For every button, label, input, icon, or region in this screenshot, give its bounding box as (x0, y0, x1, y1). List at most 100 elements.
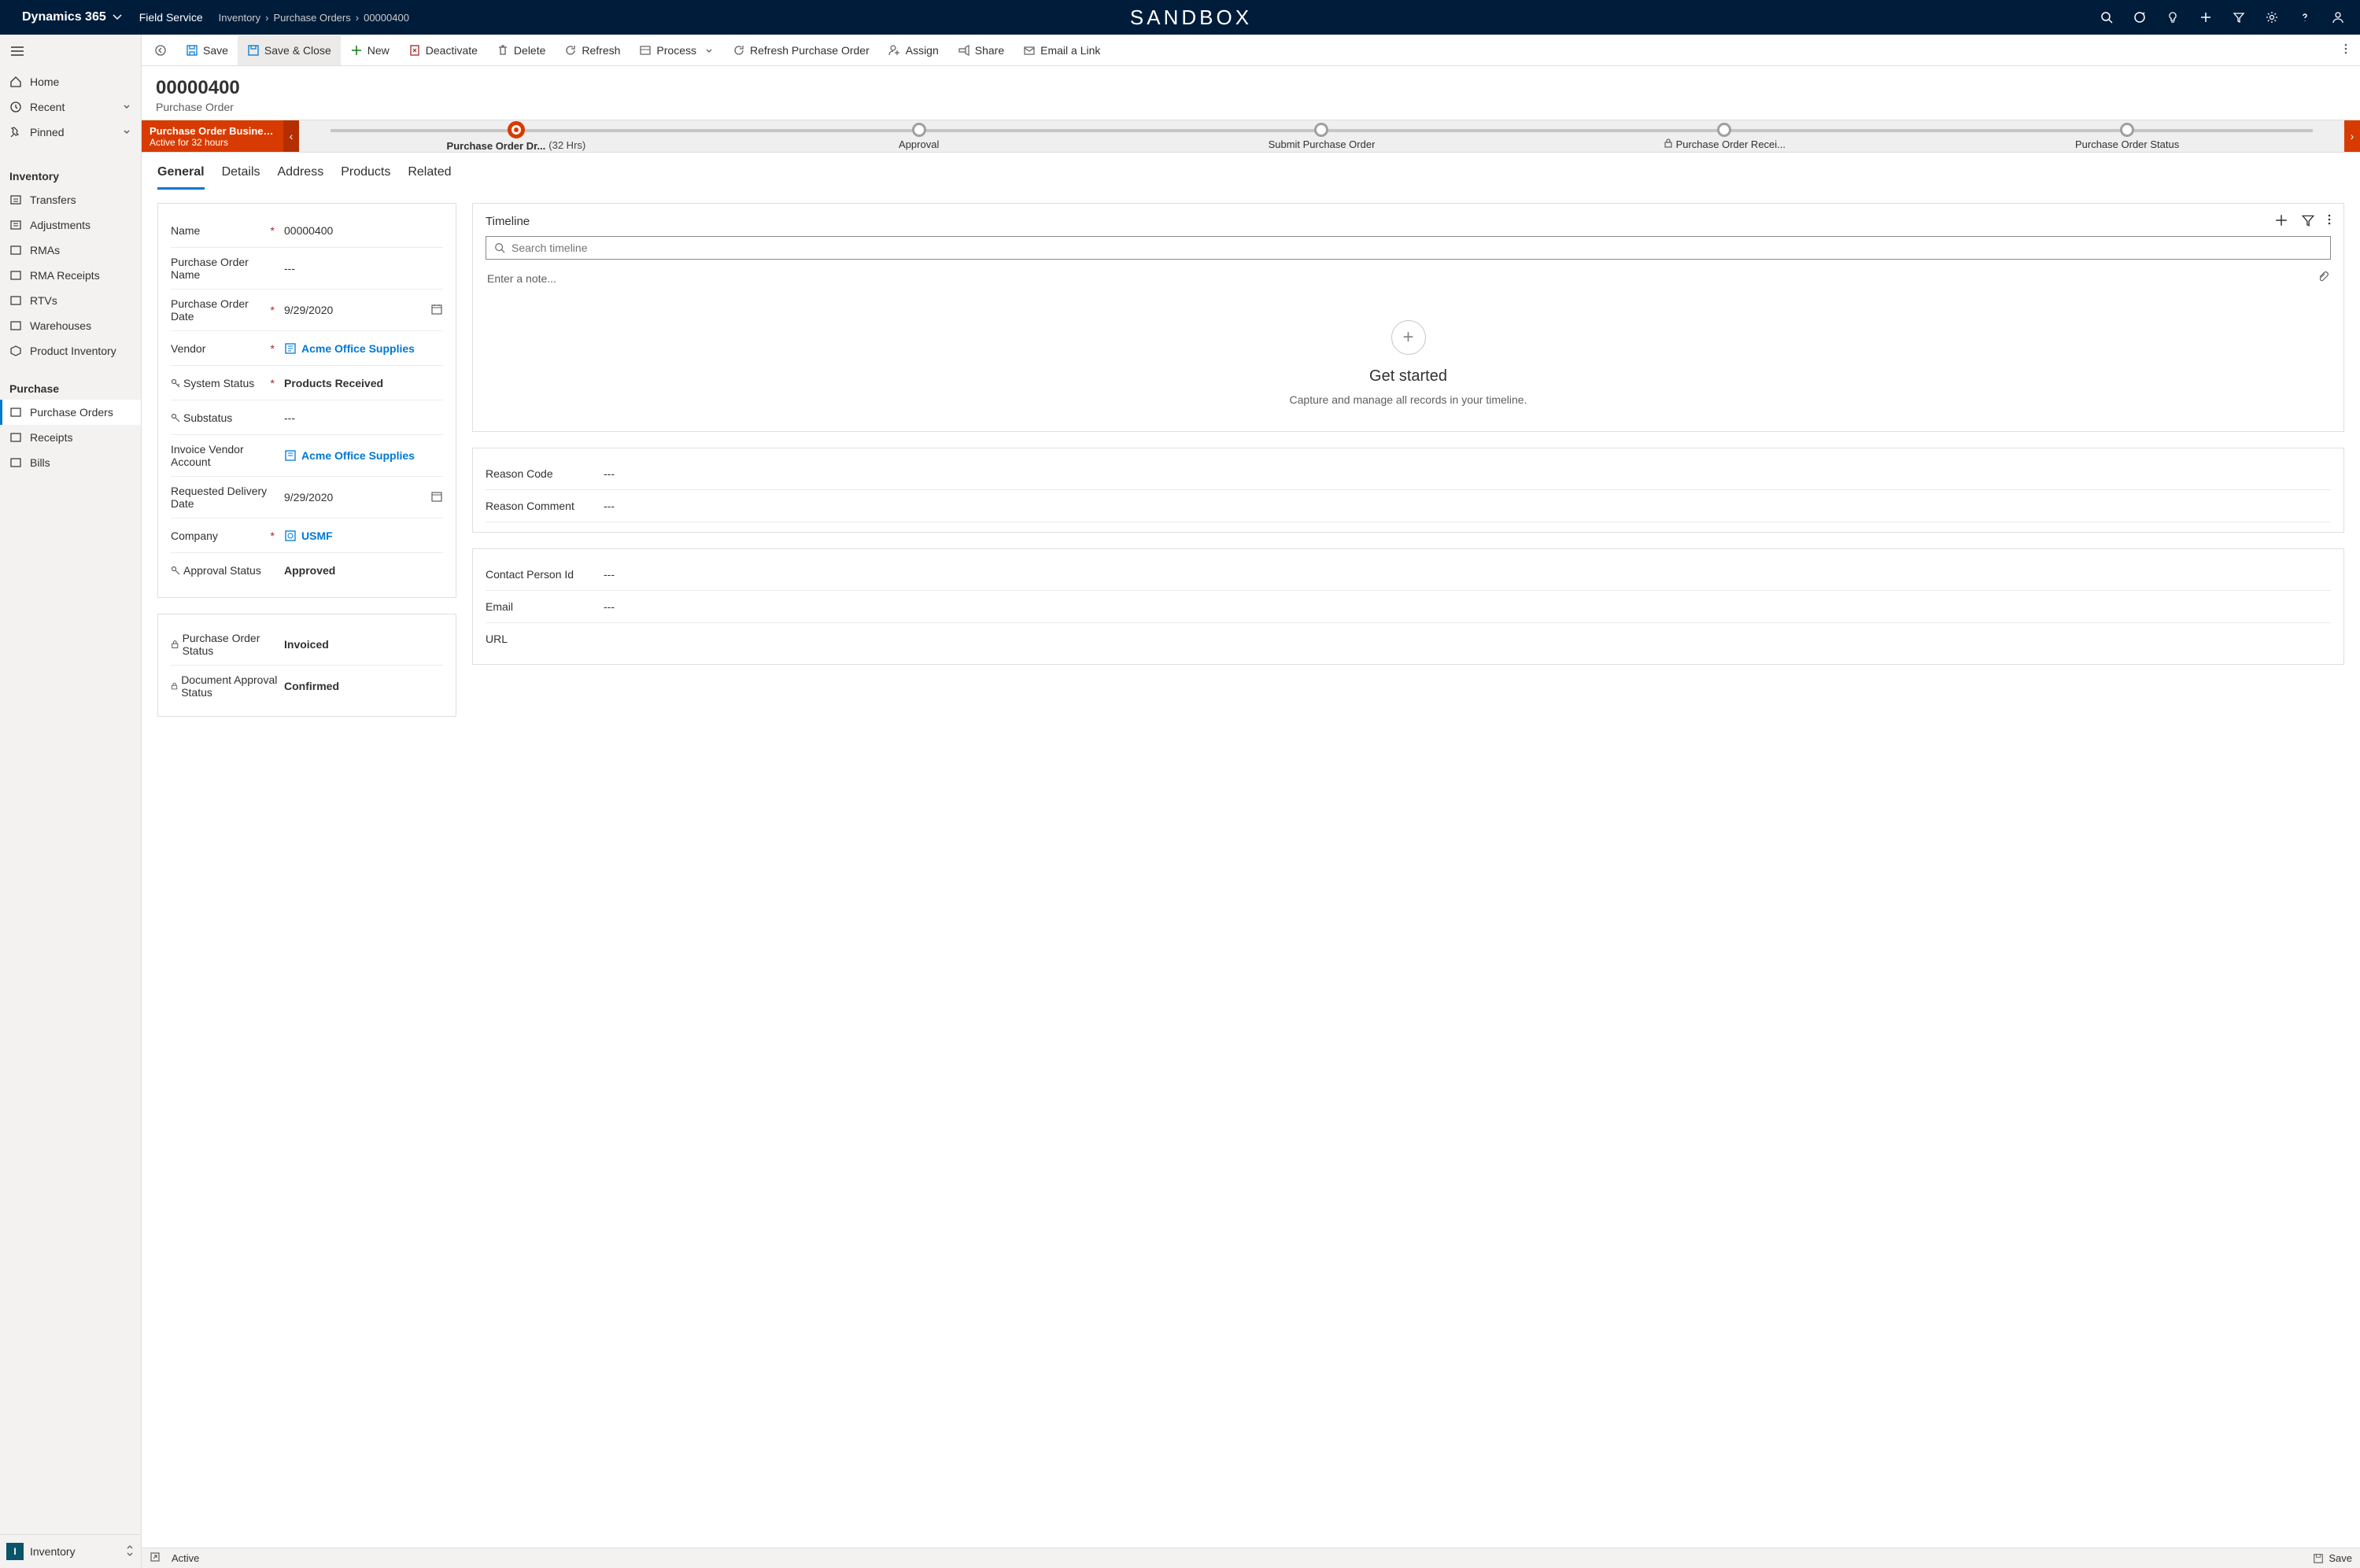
lookup-icon (284, 449, 297, 462)
tab-address[interactable]: Address (278, 160, 324, 190)
field-po-date[interactable]: Purchase Order Date* 9/29/2020 (171, 290, 443, 331)
form-tabs: General Details Address Products Related (142, 153, 2360, 190)
bpf-prev-icon[interactable]: ‹ (283, 120, 299, 152)
sidebar-item-recent[interactable]: Recent (0, 94, 141, 120)
command-bar: Save Save & Close New Deactivate Delete … (142, 35, 2360, 66)
tab-products[interactable]: Products (341, 160, 390, 190)
business-process-flow: Purchase Order Business ... Active for 3… (142, 120, 2360, 153)
bpf-stage-status[interactable]: Purchase Order Status (1926, 123, 2329, 150)
timeline-empty-plus-icon[interactable]: + (1391, 320, 1426, 355)
sidebar-item-label: Transfers (30, 194, 76, 206)
timeline-more-icon[interactable] (2328, 213, 2331, 230)
search-icon[interactable] (2091, 0, 2122, 35)
field-doc-approval[interactable]: Document Approval Status Confirmed (171, 666, 443, 707)
area-switcher[interactable]: I Inventory (0, 1534, 141, 1568)
bpf-stage-draft[interactable]: Purchase Order Dr...(32 Hrs) (315, 121, 718, 152)
assign-button[interactable]: Assign (879, 35, 948, 65)
sidebar-item-pinned[interactable]: Pinned (0, 120, 141, 145)
field-company[interactable]: Company* USMF (171, 518, 443, 553)
task-icon[interactable] (2124, 0, 2155, 35)
sidebar-item-warehouses[interactable]: Warehouses (0, 313, 141, 338)
timeline-filter-icon[interactable] (2301, 213, 2315, 230)
reason-section: Reason Code --- Reason Comment --- (472, 448, 2344, 533)
brand-label[interactable]: Dynamics 365 (22, 10, 106, 24)
back-button[interactable] (145, 35, 176, 65)
record-header: 00000400 Purchase Order (142, 66, 2360, 120)
sidebar-item-bills[interactable]: Bills (0, 450, 141, 475)
bpf-stage-submit[interactable]: Submit Purchase Order (1121, 123, 1523, 150)
tab-related[interactable]: Related (408, 160, 451, 190)
chevron-down-icon[interactable] (122, 101, 131, 113)
timeline-note[interactable]: Enter a note... (486, 266, 2331, 297)
sidebar-item-receipts[interactable]: Receipts (0, 425, 141, 450)
save-button[interactable]: Save (176, 35, 238, 65)
area-letter: I (6, 1543, 24, 1560)
timeline-search-input[interactable] (512, 242, 2322, 254)
refresh-button[interactable]: Refresh (555, 35, 630, 65)
field-vendor[interactable]: Vendor* Acme Office Supplies (171, 331, 443, 366)
field-contact-person[interactable]: Contact Person Id --- (486, 559, 2331, 591)
new-button[interactable]: New (341, 35, 399, 65)
share-button[interactable]: Share (948, 35, 1014, 65)
bpf-next-icon[interactable]: › (2344, 120, 2360, 152)
sidebar-item-rtvs[interactable]: RTVs (0, 288, 141, 313)
tab-general[interactable]: General (157, 160, 205, 190)
bpf-stage-receive[interactable]: Purchase Order Recei... (1523, 123, 1926, 150)
tab-details[interactable]: Details (222, 160, 260, 190)
hamburger-icon[interactable] (0, 35, 141, 69)
timeline-search[interactable] (486, 236, 2331, 260)
field-url[interactable]: URL (486, 623, 2331, 655)
save-close-button[interactable]: Save & Close (238, 35, 341, 65)
lookup-icon (284, 342, 297, 355)
delete-button[interactable]: Delete (487, 35, 555, 65)
user-icon[interactable] (2322, 0, 2354, 35)
sidebar-item-label: RMAs (30, 244, 60, 256)
field-email[interactable]: Email --- (486, 591, 2331, 623)
field-invoice-vendor[interactable]: Invoice Vendor Account Acme Office Suppl… (171, 435, 443, 477)
field-po-status[interactable]: Purchase Order Status Invoiced (171, 624, 443, 666)
app-name[interactable]: Field Service (139, 11, 203, 24)
updown-icon[interactable] (125, 1544, 135, 1559)
sidebar-item-rma-receipts[interactable]: RMA Receipts (0, 263, 141, 288)
field-substatus[interactable]: Substatus --- (171, 400, 443, 435)
calendar-icon[interactable] (430, 303, 443, 318)
bpf-stage-approval[interactable]: Approval (718, 123, 1121, 150)
area-label: Inventory (30, 1545, 76, 1558)
help-icon[interactable] (2289, 0, 2321, 35)
sidebar-item-product-inventory[interactable]: Product Inventory (0, 338, 141, 363)
sidebar-item-rmas[interactable]: RMAs (0, 238, 141, 263)
lightbulb-icon[interactable] (2157, 0, 2188, 35)
field-req-delivery[interactable]: Requested Delivery Date 9/29/2020 (171, 477, 443, 518)
sidebar-item-home[interactable]: Home (0, 69, 141, 94)
footer-save-button[interactable]: Save (2313, 1552, 2352, 1564)
bpf-header[interactable]: Purchase Order Business ... Active for 3… (142, 120, 283, 152)
sidebar-item-transfers[interactable]: Transfers (0, 187, 141, 212)
sidebar-item-label: RTVs (30, 294, 57, 307)
field-reason-comment[interactable]: Reason Comment --- (486, 490, 2331, 522)
field-name[interactable]: Name* 00000400 (171, 213, 443, 248)
more-commands-icon[interactable] (2335, 42, 2357, 57)
chevron-down-icon[interactable] (122, 126, 131, 138)
sidebar-item-purchase-orders[interactable]: Purchase Orders (0, 400, 141, 425)
plus-icon[interactable] (2190, 0, 2222, 35)
calendar-icon[interactable] (430, 490, 443, 505)
sidebar-item-adjustments[interactable]: Adjustments (0, 212, 141, 238)
attachment-icon[interactable] (2317, 271, 2329, 286)
sidebar-item-label: Product Inventory (30, 345, 116, 357)
breadcrumb-item[interactable]: Inventory (219, 12, 260, 24)
timeline-add-icon[interactable] (2274, 213, 2288, 230)
field-po-name[interactable]: Purchase Order Name --- (171, 248, 443, 290)
process-button[interactable]: Process (630, 35, 723, 65)
key-icon (171, 413, 180, 422)
deactivate-button[interactable]: Deactivate (399, 35, 487, 65)
popout-icon[interactable] (150, 1551, 161, 1565)
filter-icon[interactable] (2223, 0, 2255, 35)
refresh-po-button[interactable]: Refresh Purchase Order (723, 35, 879, 65)
field-reason-code[interactable]: Reason Code --- (486, 458, 2331, 490)
chevron-down-icon[interactable] (111, 10, 124, 25)
field-approval-status[interactable]: Approval Status Approved (171, 553, 443, 588)
gear-icon[interactable] (2256, 0, 2288, 35)
email-link-button[interactable]: Email a Link (1014, 35, 1110, 65)
field-system-status[interactable]: System Status* Products Received (171, 366, 443, 400)
contact-section: Contact Person Id --- Email --- URL (472, 548, 2344, 665)
